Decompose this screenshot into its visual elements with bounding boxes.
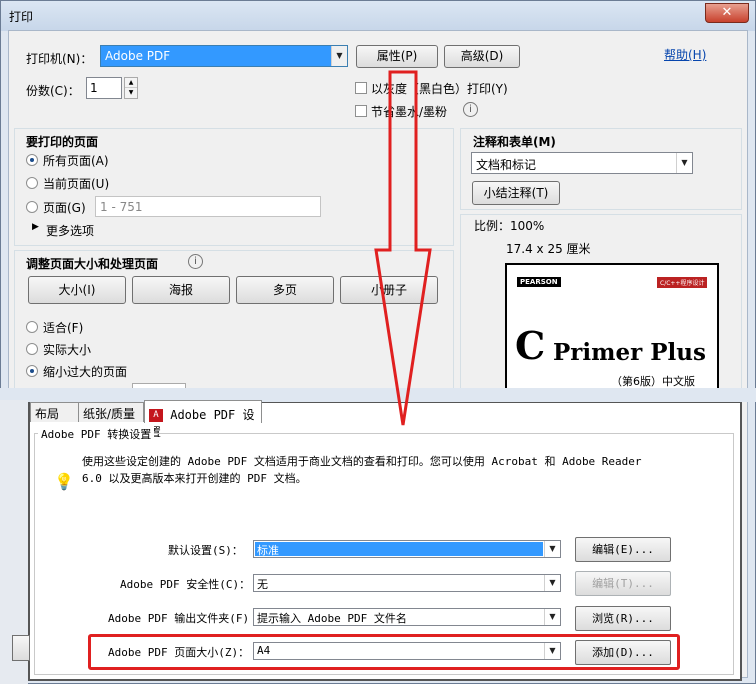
copies-spinner[interactable]: ▲ ▼ — [124, 77, 138, 99]
partial-button[interactable] — [12, 635, 30, 661]
comments-selected: 文档和标记 — [476, 158, 537, 172]
chevron-down-icon[interactable]: ▼ — [331, 46, 347, 66]
summarize-comments-button[interactable]: 小结注释(T) — [472, 181, 560, 205]
publisher-logo: PEARSON — [517, 277, 561, 287]
window-title: 打印 — [9, 10, 34, 24]
more-options-link[interactable]: 更多选项 — [46, 222, 94, 239]
chevron-down-icon[interactable]: ▼ — [544, 541, 560, 557]
shrink-label: 缩小过大的页面 — [43, 365, 128, 379]
pages-heading: 要打印的页面 — [26, 135, 99, 149]
default-settings-value: 标准 — [255, 542, 543, 557]
output-folder-label: Adobe PDF 输出文件夹(F) — [108, 612, 250, 625]
book-subtitle: （第6版）中文版 — [611, 375, 695, 388]
grayscale-checkbox[interactable] — [355, 82, 367, 94]
default-settings-select[interactable]: 标准 ▼ — [253, 540, 561, 558]
chevron-down-icon[interactable]: ▼ — [544, 609, 560, 625]
actual-size-label: 实际大小 — [43, 343, 92, 357]
help-link[interactable]: 帮助(H) — [664, 46, 706, 63]
groupbox-title: Adobe PDF 转换设置 — [38, 426, 155, 442]
scale-text: 比例：100% — [474, 219, 545, 233]
fit-radio[interactable] — [26, 321, 38, 333]
red-arrow-annotation — [374, 70, 432, 426]
tab-paper-label: 纸张/质量 — [83, 407, 136, 421]
close-button[interactable]: ✕ — [705, 3, 749, 23]
sizing-heading: 调整页面大小和处理页面 — [26, 257, 159, 271]
info-icon[interactable]: i — [188, 254, 203, 269]
page-preview: PEARSON C/C++程序设计 C Primer Plus （第6版）中文版 — [505, 263, 719, 390]
lightbulb-icon: 💡 — [54, 472, 74, 491]
comments-select[interactable]: 文档和标记 ▼ — [471, 152, 693, 174]
tab-paper-quality[interactable]: 纸张/质量 — [78, 402, 144, 422]
spin-up-icon[interactable]: ▲ — [125, 78, 137, 88]
pages-range-label: 页面(G) — [43, 201, 86, 215]
tab-layout-label: 布局 — [35, 407, 60, 421]
highlight-box — [88, 634, 680, 670]
expand-arrow-icon[interactable]: ▶ — [32, 222, 39, 232]
fit-label: 适合(F) — [43, 321, 84, 335]
info-icon[interactable]: i — [463, 102, 478, 117]
tab-adobe-pdf-settings[interactable]: A Adobe PDF 设置 — [144, 400, 262, 439]
actual-size-radio[interactable] — [26, 343, 38, 355]
spin-down-icon[interactable]: ▼ — [125, 88, 137, 98]
poster-button[interactable]: 海报 — [132, 276, 230, 304]
copies-label: 份数(C)： — [26, 84, 80, 98]
pages-range-placeholder: 1 - 751 — [100, 200, 143, 214]
chevron-down-icon[interactable]: ▼ — [676, 153, 692, 173]
pages-range-radio[interactable] — [26, 201, 38, 213]
security-select[interactable]: 无 ▼ — [253, 574, 561, 592]
security-value: 无 — [257, 578, 268, 591]
printer-select[interactable]: Adobe PDF ▼ — [100, 45, 348, 67]
title-bar: 打印 ✕ — [1, 1, 755, 31]
save-ink-checkbox[interactable] — [355, 105, 367, 117]
printer-label: 打印机(N)： — [26, 52, 93, 66]
tab-layout[interactable]: 布局 — [30, 402, 82, 422]
description-text: 使用这些设定创建的 Adobe PDF 文档适用于商业文档的查看和打印。您可以使… — [82, 455, 642, 485]
dimensions-text: 17.4 x 25 厘米 — [506, 242, 591, 256]
shrink-radio[interactable] — [26, 365, 38, 377]
output-folder-select[interactable]: 提示输入 Adobe PDF 文件名 ▼ — [253, 608, 561, 626]
copies-value: 1 — [90, 81, 98, 95]
copies-input[interactable]: 1 — [86, 77, 122, 99]
edit-default-button[interactable]: 编辑(E)... — [575, 537, 671, 562]
output-folder-value: 提示输入 Adobe PDF 文件名 — [257, 612, 407, 625]
size-button[interactable]: 大小(I) — [28, 276, 126, 304]
current-page-radio[interactable] — [26, 177, 38, 189]
comments-heading: 注释和表单(M) — [473, 135, 556, 149]
browse-button[interactable]: 浏览(R)... — [575, 606, 671, 631]
book-title: Primer Plus — [553, 339, 706, 366]
book-title-c: C — [515, 323, 546, 368]
all-pages-label: 所有页面(A) — [43, 154, 109, 168]
printer-selected-value: Adobe PDF — [105, 49, 171, 63]
edit-security-button: 编辑(T)... — [575, 571, 671, 596]
chevron-down-icon[interactable]: ▼ — [544, 575, 560, 591]
properties-button[interactable]: 属性(P) — [356, 45, 438, 68]
current-page-label: 当前页面(U) — [43, 177, 110, 191]
adobe-pdf-icon: A — [149, 409, 163, 422]
pages-range-input[interactable]: 1 - 751 — [95, 196, 321, 217]
security-label: Adobe PDF 安全性(C)： — [120, 578, 251, 591]
all-pages-radio[interactable] — [26, 154, 38, 166]
default-settings-label: 默认设置(S)： — [168, 544, 243, 557]
series-badge: C/C++程序设计 — [657, 277, 708, 288]
multiple-button[interactable]: 多页 — [236, 276, 334, 304]
advanced-button[interactable]: 高级(D) — [444, 45, 520, 68]
